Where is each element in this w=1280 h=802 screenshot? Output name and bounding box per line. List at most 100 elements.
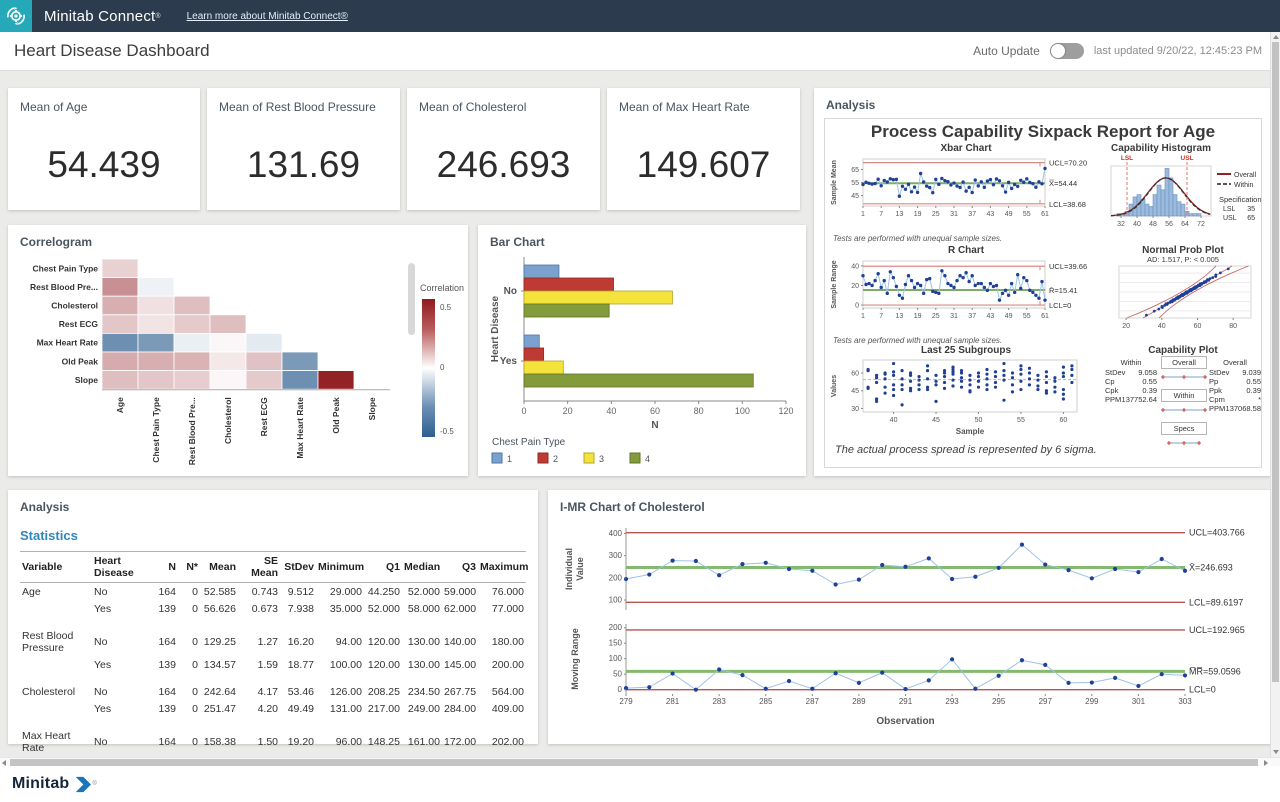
- svg-text:40: 40: [606, 406, 616, 416]
- svg-text:No: No: [504, 286, 517, 297]
- svg-text:Old Peak: Old Peak: [62, 356, 99, 366]
- svg-text:60: 60: [851, 371, 859, 378]
- svg-text:291: 291: [899, 697, 913, 706]
- scroll-down-arrow-icon[interactable]: [1273, 750, 1279, 754]
- svg-text:1: 1: [507, 454, 512, 464]
- svg-text:13: 13: [896, 313, 904, 320]
- minitab-connect-logo[interactable]: [0, 0, 32, 32]
- dashboard-stage: Minitab Connect® Learn more about Minita…: [0, 0, 1280, 802]
- correlation-gradient-bar: [422, 299, 435, 437]
- table-row: CholesterolNo1640242.644.1753.46126.0020…: [20, 683, 526, 700]
- svg-text:49: 49: [1005, 211, 1013, 218]
- svg-text:25: 25: [932, 211, 940, 218]
- svg-text:60: 60: [1194, 323, 1202, 330]
- svg-text:61: 61: [1041, 211, 1049, 218]
- page-header: Heart Disease Dashboard Auto Update last…: [0, 32, 1280, 71]
- learn-more-link[interactable]: Learn more about Minitab Connect®: [187, 11, 348, 22]
- svg-text:299: 299: [1085, 697, 1099, 706]
- bar-chart-svg: NoYes020406080100120NHeart DiseaseChest …: [486, 251, 798, 473]
- toggle-knob: [1051, 44, 1065, 58]
- svg-text:Rest ECG: Rest ECG: [59, 319, 99, 329]
- sixpack-report-title: Process Capability Sixpack Report for Ag…: [825, 122, 1261, 142]
- svg-text:40: 40: [1158, 323, 1166, 330]
- legend-tick: -0.5: [440, 427, 454, 436]
- capability-plot-content: WithinStDev9.058Cp0.55Cpk0.39PPM137752.6…: [1105, 356, 1261, 438]
- svg-text:Overall: Overall: [1234, 172, 1257, 179]
- svg-text:3: 3: [599, 454, 604, 464]
- scroll-up-arrow-icon[interactable]: [1273, 35, 1279, 39]
- kpi-value: 246.693: [407, 144, 600, 186]
- kpi-label: Mean of Max Heart Rate: [607, 88, 800, 114]
- svg-text:Observation: Observation: [876, 716, 934, 727]
- bar-chart-card: Bar Chart NoYes020406080100120NHeart Dis…: [478, 225, 806, 476]
- svg-text:400: 400: [609, 529, 623, 538]
- correlation-legend-title: Correlation: [420, 283, 464, 293]
- auto-update-label: Auto Update: [973, 44, 1040, 58]
- svg-text:Chest Pain Type: Chest Pain Type: [33, 263, 99, 273]
- svg-text:20: 20: [1122, 323, 1130, 330]
- svg-text:Age: Age: [115, 397, 125, 413]
- statistics-table: VariableHeart DiseaseNN*MeanSE MeanStDev…: [20, 551, 526, 773]
- svg-text:50: 50: [975, 417, 983, 424]
- capability-plot-title: Capability Plot: [1105, 345, 1261, 356]
- svg-text:31: 31: [950, 211, 958, 218]
- svg-text:55: 55: [1023, 313, 1031, 320]
- legend-tick: 0.5: [440, 303, 451, 312]
- svg-text:X̿=54.44: X̿=54.44: [1048, 179, 1077, 188]
- auto-update-toggle[interactable]: [1050, 43, 1084, 59]
- table-row: Yes1390251.474.2049.49131.00217.00249.00…: [20, 700, 526, 717]
- svg-text:Values: Values: [831, 375, 838, 397]
- table-header-row: VariableHeart DiseaseNN*MeanSE MeanStDev…: [20, 552, 526, 583]
- kpi-value: 54.439: [8, 144, 200, 186]
- svg-text:55: 55: [851, 180, 859, 187]
- svg-text:50: 50: [613, 670, 622, 679]
- card-title: Correlogram: [8, 225, 468, 249]
- xbar-chart-title: Xbar Chart: [827, 143, 1105, 154]
- svg-text:Cholesterol: Cholesterol: [51, 301, 98, 311]
- svg-text:295: 295: [992, 697, 1006, 706]
- card-title: Analysis: [8, 490, 538, 514]
- svg-text:M̅R̅=59.0596: M̅R̅=59.0596: [1189, 666, 1241, 676]
- sixpack-sigma-note: The actual process spread is represented…: [835, 444, 1097, 456]
- table-row: Yes139056.6260.6737.93835.00052.00058.00…: [20, 600, 526, 617]
- vertical-scrollbar-thumb[interactable]: [1272, 42, 1279, 682]
- kpi-card-mean-cholesterol: Mean of Cholesterol 246.693: [407, 88, 600, 210]
- svg-text:55: 55: [1023, 211, 1031, 218]
- svg-text:37: 37: [968, 211, 976, 218]
- svg-text:Individual: Individual: [564, 548, 574, 590]
- svg-text:40: 40: [851, 263, 859, 270]
- svg-text:43: 43: [987, 211, 995, 218]
- svg-text:Moving Range: Moving Range: [570, 628, 580, 690]
- svg-text:32: 32: [1117, 221, 1125, 228]
- svg-text:7: 7: [879, 313, 883, 320]
- svg-text:301: 301: [1132, 697, 1146, 706]
- svg-text:200: 200: [609, 573, 623, 582]
- svg-text:65: 65: [851, 167, 859, 174]
- horizontal-scrollbar-thumb[interactable]: [10, 759, 1258, 766]
- last-updated-text: last updated 9/20/22, 12:45:23 PM: [1094, 45, 1262, 57]
- correlogram-scrollbar[interactable]: [408, 263, 415, 335]
- svg-text:40: 40: [1133, 221, 1141, 228]
- svg-text:Chest Pain Type: Chest Pain Type: [492, 437, 566, 448]
- svg-text:45: 45: [932, 417, 940, 424]
- last25-subgroups-chart: 3045604045505560SampleValues: [827, 356, 1105, 440]
- page-footer: Minitab ®: [0, 766, 1280, 802]
- card-title: Bar Chart: [478, 225, 806, 249]
- sixpack-analysis-card: Analysis Process Capability Sixpack Repo…: [814, 88, 1272, 476]
- kpi-card-mean-age: Mean of Age 54.439: [8, 88, 200, 210]
- svg-text:Cholesterol: Cholesterol: [223, 397, 233, 444]
- svg-text:7: 7: [879, 211, 883, 218]
- minitab-logo-chevron-icon: [74, 776, 91, 793]
- kpi-value: 131.69: [207, 144, 400, 186]
- svg-text:43: 43: [987, 313, 995, 320]
- kpi-value: 149.607: [607, 144, 800, 186]
- statistics-analysis-card: Analysis Statistics VariableHeart Diseas…: [8, 490, 538, 744]
- svg-text:0: 0: [521, 406, 526, 416]
- svg-text:100: 100: [609, 596, 623, 605]
- svg-text:65: 65: [1247, 215, 1255, 222]
- svg-text:Max Heart Rate: Max Heart Rate: [37, 338, 99, 348]
- kpi-card-mean-max-heart-rate: Mean of Max Heart Rate 149.607: [607, 88, 800, 210]
- svg-text:USL: USL: [1223, 215, 1237, 222]
- svg-text:2: 2: [553, 454, 558, 464]
- vertical-scrollbar[interactable]: [1270, 32, 1280, 757]
